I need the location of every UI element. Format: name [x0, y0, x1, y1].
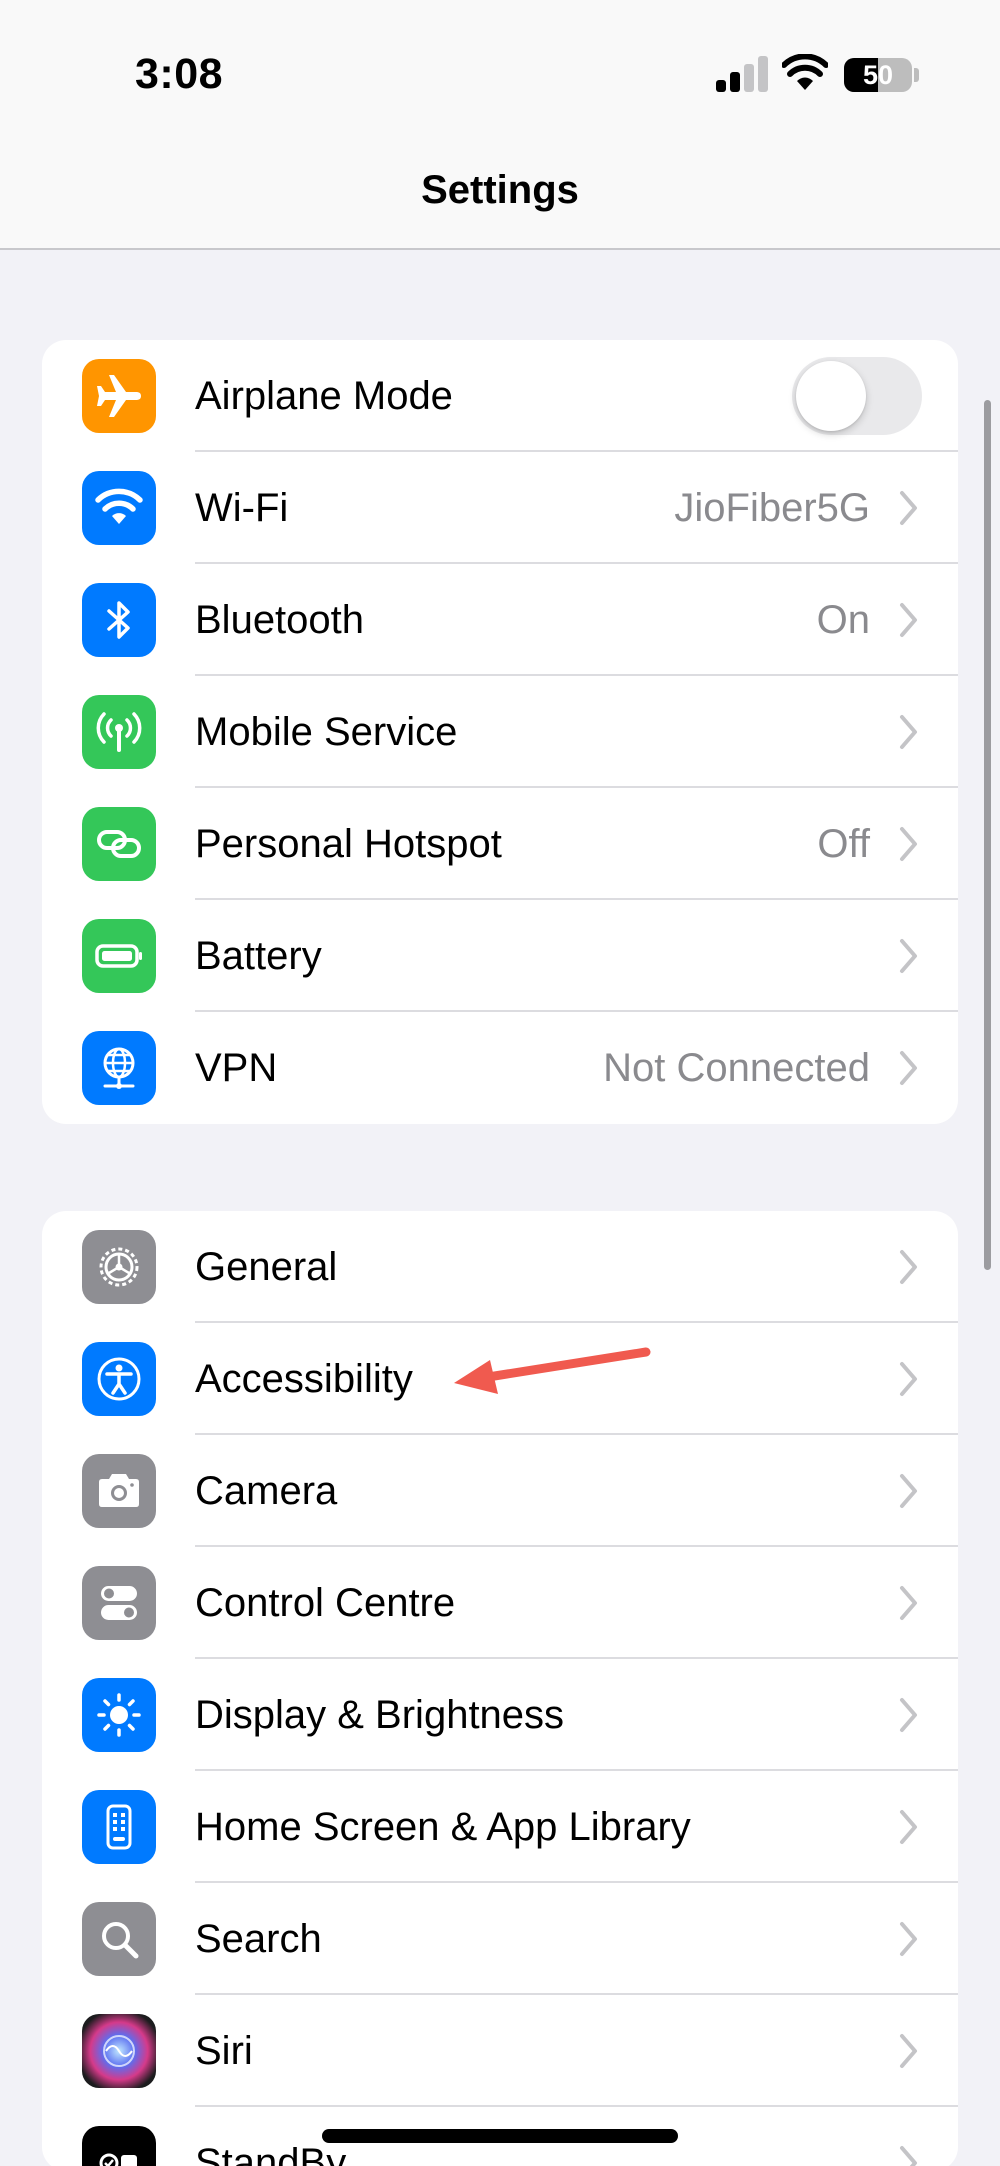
chevron-right-icon [900, 2146, 917, 2166]
chevron-right-icon [900, 939, 917, 973]
page-title: Settings [421, 168, 579, 212]
camera-label: Camera [195, 1469, 338, 1513]
settings-row-mobile-service[interactable]: Mobile Service [42, 676, 958, 788]
home-screen-label: Home Screen & App Library [195, 1805, 691, 1849]
settings-row-home-screen[interactable]: Home Screen & App Library [42, 1771, 958, 1883]
chevron-right-icon [900, 827, 917, 861]
vpn-label: VPN [195, 1046, 278, 1090]
magnifier-icon [82, 1902, 156, 1976]
battery-label: Battery [195, 934, 322, 978]
settings-row-siri[interactable]: Siri [42, 1995, 958, 2107]
camera-icon [82, 1454, 156, 1528]
settings-row-search[interactable]: Search [42, 1883, 958, 1995]
control-centre-label: Control Centre [195, 1581, 456, 1625]
chevron-right-icon [900, 1698, 917, 1732]
siri-label: Siri [195, 2029, 253, 2073]
chevron-right-icon [900, 715, 917, 749]
settings-group-connectivity: Airplane Mode Wi-Fi JioFiber5G Bluetooth… [42, 340, 958, 1124]
settings-row-battery[interactable]: Battery [42, 900, 958, 1012]
cellular-signal-icon [716, 56, 768, 92]
switches-icon [82, 1566, 156, 1640]
settings-row-personal-hotspot[interactable]: Personal Hotspot Off [42, 788, 958, 900]
airplane-icon [82, 359, 156, 433]
battery-percent: 50 [862, 60, 894, 90]
settings-row-wifi[interactable]: Wi-Fi JioFiber5G [42, 452, 958, 564]
chevron-right-icon [900, 2034, 917, 2068]
search-label: Search [195, 1917, 322, 1961]
chevron-right-icon [900, 1051, 917, 1085]
bluetooth-icon [82, 583, 156, 657]
siri-icon [82, 2014, 156, 2088]
globe-icon [82, 1031, 156, 1105]
chevron-right-icon [900, 1362, 917, 1396]
link-icon [82, 807, 156, 881]
battery-icon [82, 919, 156, 993]
chevron-right-icon [900, 1586, 917, 1620]
mobile-service-label: Mobile Service [195, 710, 458, 754]
personal-hotspot-label: Personal Hotspot [195, 822, 502, 866]
bluetooth-label: Bluetooth [195, 598, 365, 642]
airplane-mode-label: Airplane Mode [195, 374, 453, 418]
airplane-mode-toggle[interactable] [792, 357, 922, 435]
toggle-knob [796, 361, 866, 431]
phone-grid-icon [82, 1790, 156, 1864]
annotation-arrow-icon [454, 1347, 651, 1394]
chevron-right-icon [900, 603, 917, 637]
accessibility-label: Accessibility [195, 1357, 413, 1401]
battery-nub [914, 68, 919, 82]
chevron-right-icon [900, 491, 917, 525]
general-label: General [195, 1245, 338, 1289]
vpn-status-value: Not Connected [603, 1046, 870, 1090]
bluetooth-value: On [816, 598, 870, 642]
wifi-icon [82, 471, 156, 545]
status-time: 3:08 [135, 50, 224, 98]
scroll-indicator[interactable] [984, 400, 991, 1270]
settings-row-airplane-mode[interactable]: Airplane Mode [42, 340, 958, 452]
settings-row-camera[interactable]: Camera [42, 1435, 958, 1547]
wifi-label: Wi-Fi [195, 486, 289, 530]
top-bar: 3:08 50 Settings [0, 0, 1000, 250]
home-indicator[interactable] [322, 2129, 678, 2143]
chevron-right-icon [900, 1922, 917, 1956]
battery-status-icon: 50 [844, 58, 912, 92]
wifi-status-icon [782, 54, 828, 90]
personal-hotspot-value: Off [817, 822, 870, 866]
display-brightness-label: Display & Brightness [195, 1693, 565, 1737]
wifi-network-value: JioFiber5G [674, 486, 870, 530]
accessibility-icon [82, 1342, 156, 1416]
gear-icon [82, 1230, 156, 1304]
settings-row-bluetooth[interactable]: Bluetooth On [42, 564, 958, 676]
chevron-right-icon [900, 1250, 917, 1284]
sun-icon [82, 1678, 156, 1752]
chevron-right-icon [900, 1474, 917, 1508]
chevron-right-icon [900, 1810, 917, 1844]
standby-icon [82, 2126, 156, 2166]
antenna-icon [82, 695, 156, 769]
settings-row-display-brightness[interactable]: Display & Brightness [42, 1659, 958, 1771]
settings-row-vpn[interactable]: VPN Not Connected [42, 1012, 958, 1124]
settings-row-general[interactable]: General [42, 1211, 958, 1323]
settings-row-control-centre[interactable]: Control Centre [42, 1547, 958, 1659]
